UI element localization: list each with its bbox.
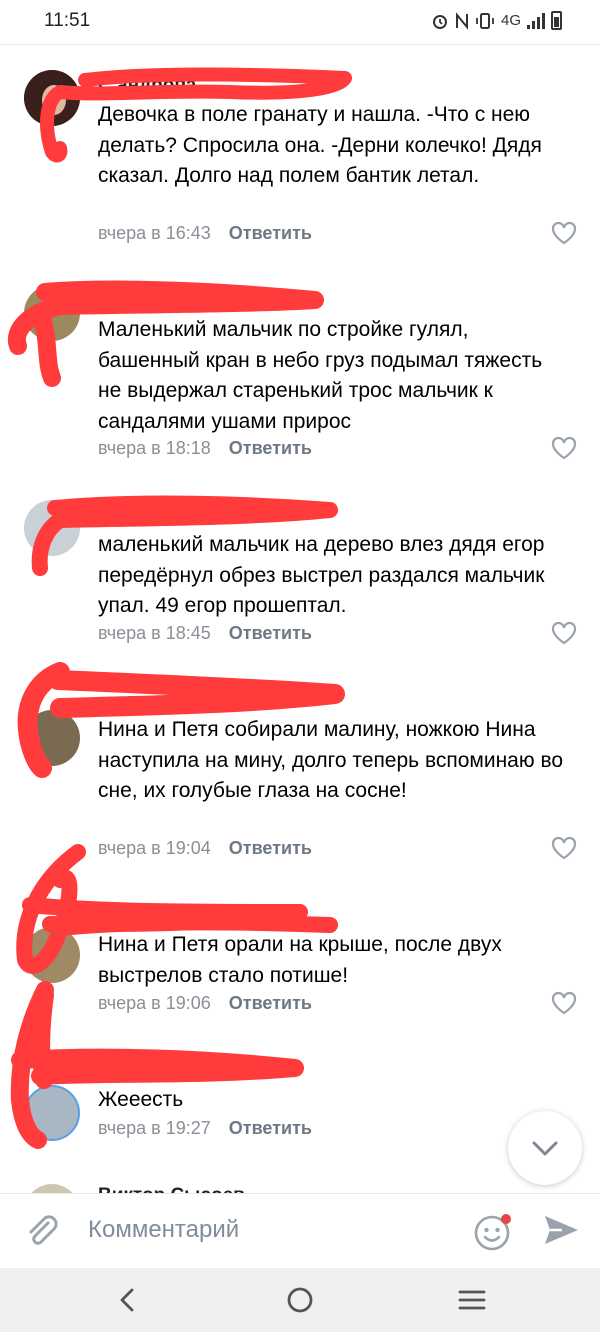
avatar[interactable] — [24, 1184, 80, 1193]
like-heart-icon[interactable] — [550, 620, 578, 646]
battery-icon — [551, 11, 562, 30]
comment-time: вчера в 19:06 — [98, 993, 211, 1013]
comment-text: Маленький мальчик по стройке гулял, баше… — [98, 318, 543, 433]
scroll-down-button[interactable] — [508, 1111, 582, 1185]
network-type: 4G — [500, 12, 521, 29]
nav-home-icon[interactable] — [284, 1284, 316, 1316]
comment-time: вчера в 16:43 — [98, 223, 211, 243]
comment-item: Нина и Петя собирали малину, ножкою Нина… — [0, 660, 600, 875]
emoji-icon[interactable] — [473, 1212, 513, 1252]
avatar[interactable] — [24, 285, 80, 341]
reply-button[interactable]: Ответить — [229, 623, 312, 644]
system-navbar — [0, 1268, 600, 1332]
comment-meta: вчера в 16:43 Ответить — [98, 223, 312, 244]
nav-back-icon[interactable] — [112, 1284, 144, 1316]
reply-button[interactable]: Ответить — [229, 223, 312, 244]
comment-meta: вчера в 18:45 Ответить — [98, 623, 312, 644]
comment-text: Жееесть — [98, 1088, 184, 1111]
comment-meta: вчера в 19:06 Ответить — [98, 993, 312, 1014]
avatar[interactable] — [24, 927, 80, 983]
reply-button[interactable]: Ответить — [229, 1118, 312, 1139]
comment-text: Девочка в поле гранату и нашла. -Что с н… — [98, 103, 542, 187]
comment-text: Нина и Петя орали на крыше, после двух в… — [98, 933, 502, 987]
comment-item: Нина и Петя орали на крыше, после двух в… — [0, 875, 600, 1030]
comment-text: маленький мальчик на дерево влез дядя ег… — [98, 533, 545, 617]
reply-button[interactable]: Ответить — [229, 993, 312, 1014]
comment-input[interactable] — [88, 1212, 458, 1248]
like-heart-icon[interactable] — [550, 435, 578, 461]
nfc-icon — [455, 11, 468, 30]
avatar[interactable] — [24, 500, 80, 556]
comment-time: вчера в 18:18 — [98, 438, 211, 458]
vibrate-icon — [476, 12, 494, 29]
nav-menu-icon[interactable] — [456, 1284, 488, 1316]
comment-text: Нина и Петя собирали малину, ножкою Нина… — [98, 718, 564, 802]
avatar[interactable] — [24, 710, 80, 766]
chevron-down-icon — [532, 1141, 558, 1156]
like-heart-icon[interactable] — [550, 835, 578, 861]
status-time: 11:51 — [44, 10, 91, 31]
attach-icon[interactable] — [22, 1211, 62, 1251]
comment-item: С андрова Девочка в поле гранату и нашла… — [0, 45, 600, 260]
status-bar: 11:51 4G — [0, 0, 600, 44]
comment-time: вчера в 19:04 — [98, 838, 211, 858]
status-icons: 4G — [431, 11, 562, 30]
like-heart-icon[interactable] — [550, 990, 578, 1016]
comment-meta: вчера в 18:18 Ответить — [98, 438, 312, 459]
like-heart-icon[interactable] — [550, 220, 578, 246]
comment-author[interactable]: С андрова — [98, 75, 196, 97]
comment-time: вчера в 19:27 — [98, 1118, 211, 1138]
comment-item: маленький мальчик на дерево влез дядя ег… — [0, 475, 600, 660]
comment-item: Виктор Сысоев — [0, 1160, 600, 1193]
comment-time: вчера в 18:45 — [98, 623, 211, 643]
avatar[interactable] — [24, 70, 80, 126]
comments-feed[interactable]: С андрова Девочка в поле гранату и нашла… — [0, 45, 600, 1193]
avatar[interactable] — [24, 1085, 80, 1141]
reply-button[interactable]: Ответить — [229, 838, 312, 859]
comment-meta: вчера в 19:04 Ответить — [98, 838, 312, 859]
alarm-icon — [432, 14, 447, 29]
comment-meta: вчера в 19:27 Ответить — [98, 1118, 312, 1139]
send-icon[interactable] — [542, 1212, 580, 1248]
comment-item: Маленький мальчик по стройке гулял, баше… — [0, 260, 600, 475]
comment-author[interactable]: Виктор Сысоев — [98, 1185, 245, 1193]
reply-button[interactable]: Ответить — [229, 438, 312, 459]
signal-icon — [527, 12, 545, 29]
comment-composer — [0, 1193, 600, 1268]
